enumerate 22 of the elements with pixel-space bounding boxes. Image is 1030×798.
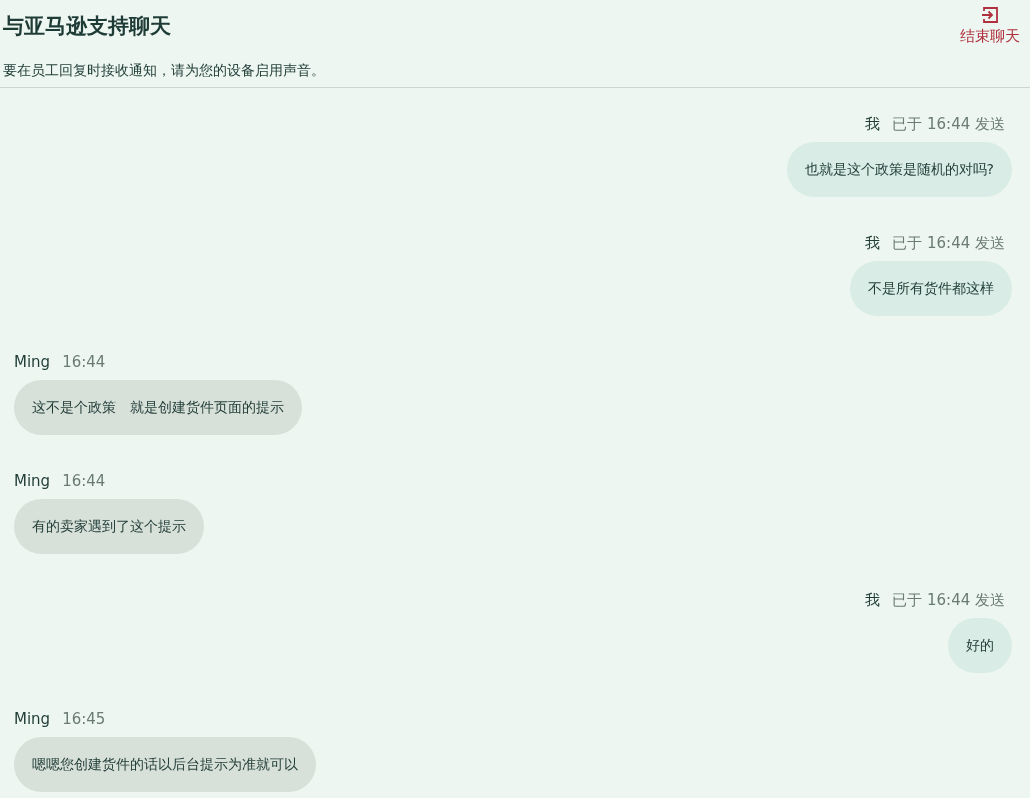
- message-bubble: 不是所有货件都这样: [850, 261, 1012, 316]
- end-chat-button[interactable]: 结束聊天: [960, 0, 1030, 52]
- message-bubble: 这不是个政策 就是创建货件页面的提示: [14, 380, 302, 435]
- sender-name: Ming: [14, 471, 51, 491]
- message-time: 16:44: [62, 352, 106, 372]
- sender-name: 我: [865, 114, 881, 134]
- message-time: 已于 16:44 发送: [892, 590, 1005, 610]
- message-bubble: 嗯嗯您创建货件的话以后台提示为准就可以: [14, 737, 316, 792]
- sender-name: Ming: [14, 709, 51, 729]
- message-time: 已于 16:44 发送: [892, 233, 1005, 253]
- message-time: 已于 16:44 发送: [892, 114, 1005, 134]
- sender-name: Ming: [14, 352, 51, 372]
- message-bubble: 好的: [948, 618, 1012, 673]
- message-time: 16:44: [62, 471, 106, 491]
- message-bubble: 有的卖家遇到了这个提示: [14, 499, 204, 554]
- message-bubble: 也就是这个政策是随机的对吗?: [786, 142, 1012, 197]
- chat-title: 与亚马逊支持聊天: [3, 13, 172, 40]
- sound-notice: 要在员工回复时接收通知，请为您的设备启用声音。: [3, 61, 325, 80]
- exit-icon: [980, 5, 1000, 25]
- sender-name: 我: [865, 233, 881, 253]
- message-time: 16:45: [62, 709, 106, 729]
- sender-name: 我: [865, 590, 881, 610]
